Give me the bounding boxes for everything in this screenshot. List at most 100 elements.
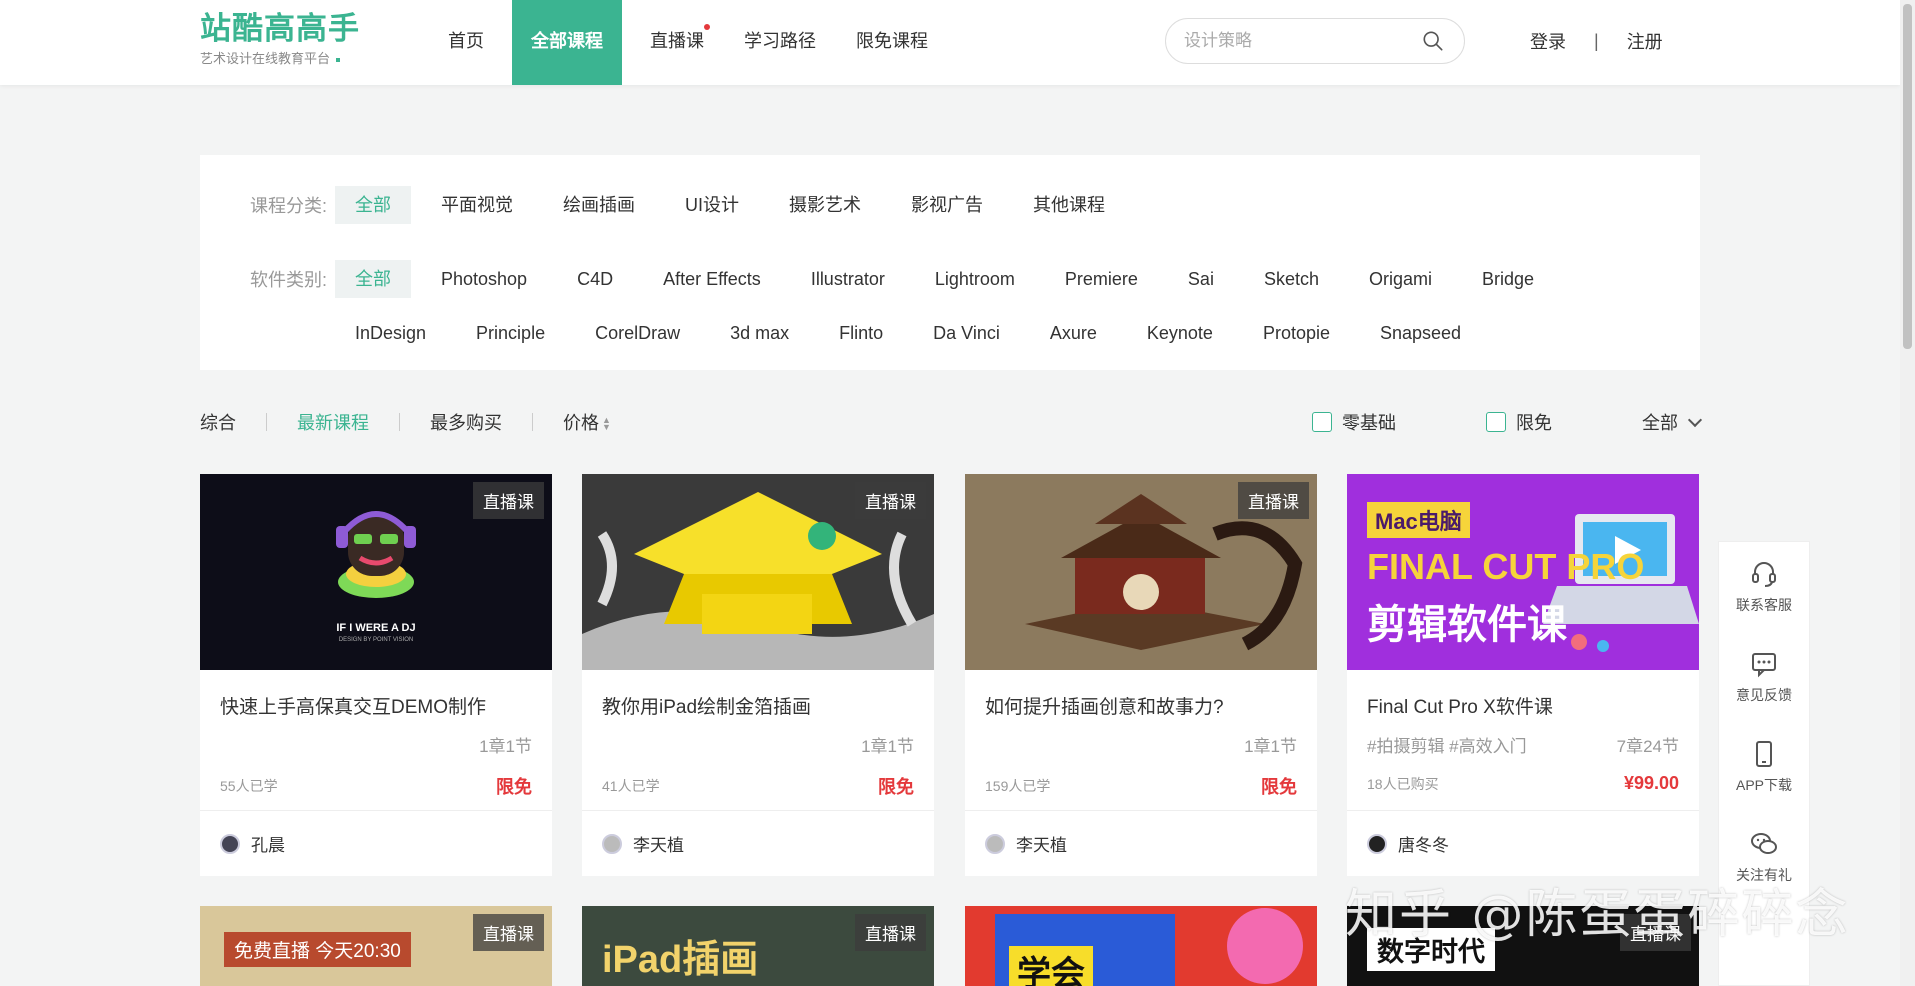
course-card[interactable]: iPad插画 直播课 — [582, 906, 934, 986]
logo-subtitle-text: 艺术设计在线教育平台 — [200, 51, 331, 66]
live-tag: 直播课 — [855, 482, 926, 519]
search-input[interactable] — [1184, 19, 1414, 63]
sort-newest[interactable]: 最新课程 — [297, 409, 369, 435]
course-card[interactable]: 免费直播 今天20:30 直播课 — [200, 906, 552, 986]
course-title[interactable]: 如何提升插画创意和故事力? — [985, 692, 1224, 719]
course-meta: 1章1节 — [985, 732, 1297, 757]
divider — [399, 413, 400, 431]
course-stats: 41人已学 限免 — [602, 773, 914, 799]
course-author[interactable]: 李天植 — [582, 810, 934, 876]
checkbox-box[interactable] — [1486, 412, 1506, 432]
software-item[interactable]: Illustrator — [791, 260, 905, 298]
software-item[interactable]: C4D — [557, 260, 633, 298]
category-ui[interactable]: UI设计 — [665, 186, 759, 224]
free-checkbox[interactable]: 限免 — [1486, 409, 1552, 435]
course-chapters: 7章24节 — [1616, 737, 1679, 756]
course-author[interactable]: 李天植 — [965, 810, 1317, 876]
scrollbar-thumb[interactable] — [1903, 4, 1912, 349]
course-thumbnail[interactable]: Mac电脑 FINAL CUT PRO 剪辑软件课 — [1347, 474, 1699, 670]
course-card[interactable]: IF I WERE A DJ DESIGN BY POINT VISION 直播… — [200, 474, 552, 876]
nav-home[interactable]: 首页 — [428, 0, 504, 85]
software-item[interactable]: Bridge — [1462, 260, 1554, 298]
sort-price[interactable]: 价格 ▲ ▼ — [563, 409, 611, 435]
live-tag: 直播课 — [1238, 482, 1309, 519]
filter-panel: 课程分类: 全部 平面视觉 绘画插画 UI设计 摄影艺术 影视广告 其他课程 软… — [200, 155, 1700, 370]
category-photography[interactable]: 摄影艺术 — [769, 186, 881, 224]
category-graphic[interactable]: 平面视觉 — [421, 186, 533, 224]
software-item[interactable]: Protopie — [1243, 314, 1350, 352]
course-thumbnail[interactable]: 直播课 — [965, 474, 1317, 670]
software-item[interactable]: CorelDraw — [575, 314, 700, 352]
category-film[interactable]: 影视广告 — [891, 186, 1003, 224]
thumb-text: 学会 — [1009, 946, 1093, 986]
chat-icon — [1752, 653, 1776, 678]
app-download-button[interactable]: APP下载 — [1719, 722, 1809, 812]
thumb-text: iPad插画 — [602, 939, 759, 981]
course-title[interactable]: Final Cut Pro X软件课 — [1367, 692, 1553, 719]
course-card[interactable]: Mac电脑 FINAL CUT PRO 剪辑软件课 Final Cut Pro … — [1347, 474, 1699, 876]
software-item[interactable]: Flinto — [819, 314, 903, 352]
learner-count: 18人已购买 — [1367, 775, 1439, 792]
nav-free-courses[interactable]: 限免课程 — [836, 0, 948, 85]
thumb-line1: FINAL CUT PRO — [1367, 546, 1645, 587]
zero-basis-checkbox[interactable]: 零基础 — [1312, 409, 1396, 435]
course-card[interactable]: 直播课 如何提升插画创意和故事力? 1章1节 159人已学 限免 李天植 — [965, 474, 1317, 876]
site-logo[interactable]: 站酷高高手 艺术设计在线教育平台 — [200, 12, 360, 67]
software-item[interactable]: Sai — [1168, 260, 1234, 298]
course-chapters: 1章1节 — [861, 737, 914, 756]
page-scrollbar[interactable] — [1900, 0, 1915, 986]
category-row: 课程分类: 全部 平面视觉 绘画插画 UI设计 摄影艺术 影视广告 其他课程 — [200, 186, 1135, 224]
watermark: 知乎 @陈蛋蛋碎碎念 — [1345, 885, 1850, 945]
phone-icon — [1756, 741, 1772, 767]
course-price: 限免 — [878, 777, 914, 797]
category-other[interactable]: 其他课程 — [1013, 186, 1125, 224]
course-thumbnail[interactable]: 直播课 — [582, 474, 934, 670]
course-author[interactable]: 唐冬冬 — [1347, 810, 1699, 876]
category-all[interactable]: 全部 — [335, 186, 411, 224]
search-icon[interactable] — [1422, 30, 1444, 52]
software-item[interactable]: Axure — [1030, 314, 1117, 352]
course-stats: 159人已学 限免 — [985, 773, 1297, 799]
software-label: 软件类别: — [250, 270, 328, 290]
course-title[interactable]: 教你用iPad绘制金箔插画 — [602, 692, 811, 719]
avatar — [1367, 833, 1387, 854]
nav-all-courses[interactable]: 全部课程 — [512, 0, 622, 85]
software-item[interactable]: Photoshop — [421, 260, 547, 298]
register-link[interactable]: 注册 — [1627, 28, 1663, 54]
software-item[interactable]: Principle — [456, 314, 565, 352]
scope-dropdown[interactable]: 全部 — [1642, 409, 1703, 435]
software-item[interactable]: Keynote — [1127, 314, 1233, 352]
learner-count: 41人已学 — [602, 778, 660, 794]
software-all[interactable]: 全部 — [335, 260, 411, 298]
nav-learning-path[interactable]: 学习路径 — [724, 0, 836, 85]
software-item[interactable]: Sketch — [1244, 260, 1339, 298]
course-author[interactable]: 孔晨 — [200, 810, 552, 876]
avatar — [985, 833, 1005, 854]
software-item[interactable]: After Effects — [643, 260, 781, 298]
feedback-button[interactable]: 意见反馈 — [1719, 632, 1809, 722]
login-link[interactable]: 登录 — [1530, 28, 1566, 54]
software-item[interactable]: Snapseed — [1360, 314, 1481, 352]
sort-comprehensive[interactable]: 综合 — [200, 409, 236, 435]
course-card[interactable]: 直播课 教你用iPad绘制金箔插画 1章1节 41人已学 限免 李天植 — [582, 474, 934, 876]
course-card[interactable]: 学会 — [965, 906, 1317, 986]
category-illustration[interactable]: 绘画插画 — [543, 186, 655, 224]
logo-dot — [336, 57, 341, 62]
software-item[interactable]: Premiere — [1045, 260, 1158, 298]
software-item[interactable]: Origami — [1349, 260, 1452, 298]
thumb-caption: IF I WERE A DJ — [336, 622, 416, 634]
course-thumbnail[interactable]: IF I WERE A DJ DESIGN BY POINT VISION 直播… — [200, 474, 552, 670]
checkbox-box[interactable] — [1312, 412, 1332, 432]
chevron-down-icon — [1687, 412, 1703, 427]
software-item[interactable]: Da Vinci — [913, 314, 1020, 352]
thumb-subcaption: DESIGN BY POINT VISION — [338, 637, 414, 643]
contact-support-button[interactable]: 联系客服 — [1719, 542, 1809, 632]
course-title[interactable]: 快速上手高保真交互DEMO制作 — [220, 692, 486, 719]
software-item[interactable]: Lightroom — [915, 260, 1035, 298]
software-item[interactable]: 3d max — [710, 314, 809, 352]
search-box — [1165, 18, 1465, 64]
sort-most-bought[interactable]: 最多购买 — [430, 409, 502, 435]
software-item[interactable]: InDesign — [335, 314, 446, 352]
nav-live[interactable]: 直播课 — [630, 0, 724, 85]
thumb-line2: 剪辑软件课 — [1367, 603, 1567, 647]
